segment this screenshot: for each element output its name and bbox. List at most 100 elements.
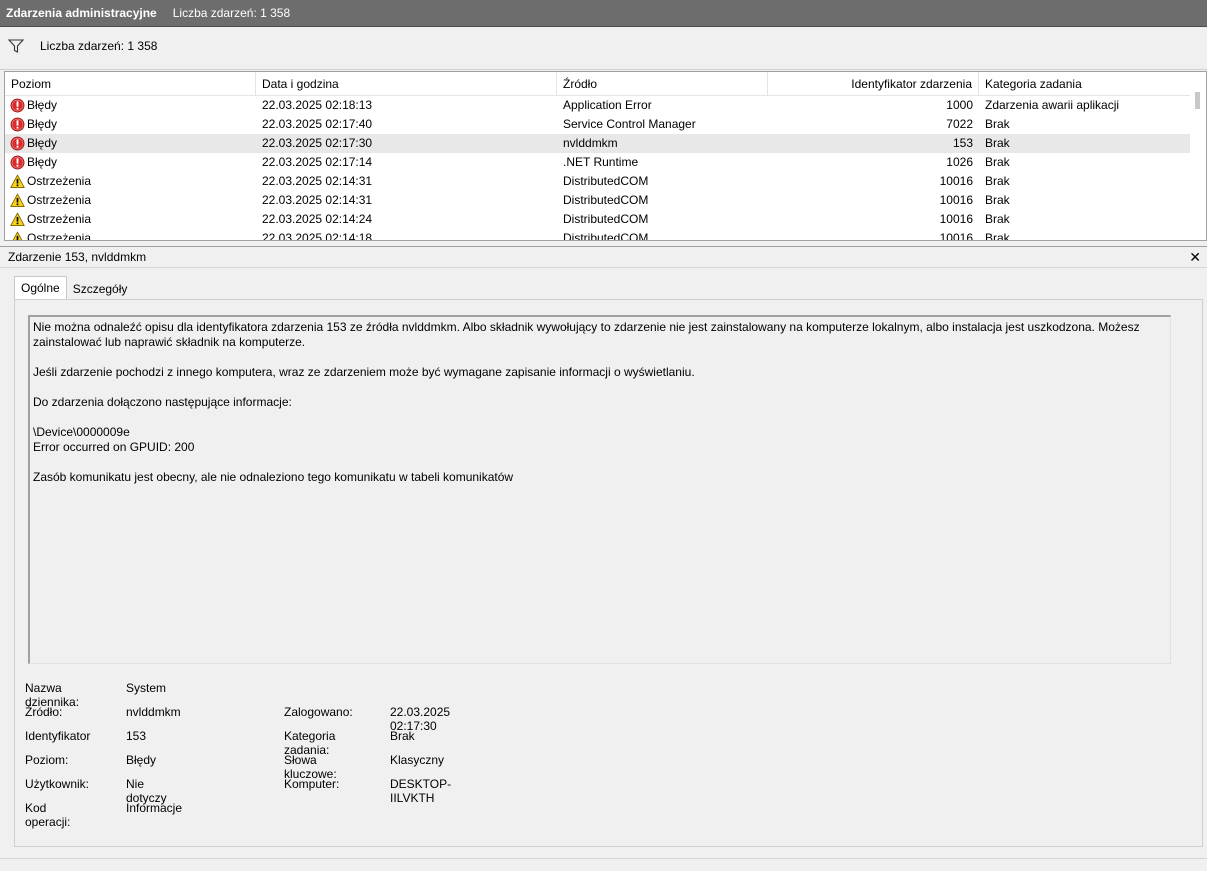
cell-source: Service Control Manager	[563, 117, 696, 131]
cell-event-id: 10016	[939, 231, 973, 241]
cell-event-id: 1026	[946, 155, 973, 169]
cell-datetime: 22.03.2025 02:17:14	[262, 155, 373, 169]
cell-source: nvlddmkm	[563, 136, 618, 150]
table-row[interactable]: Ostrzeżenia 22.03.2025 02:14:18 Distribute…	[5, 229, 1191, 241]
cell-datetime: 22.03.2025 02:18:13	[262, 98, 373, 112]
filter-icon[interactable]	[7, 38, 25, 54]
log-name-value: System	[126, 681, 167, 695]
cell-event-id: 153	[952, 136, 973, 150]
warning-icon	[10, 174, 27, 189]
cell-datetime: 22.03.2025 02:14:18	[262, 231, 373, 241]
cell-event-id: 1000	[946, 98, 973, 112]
cell-task-category: Brak	[985, 155, 1010, 169]
cell-level: Błędy	[5, 115, 256, 134]
table-row[interactable]: Błędy 22.03.2025 02:17:14 .NET Runtime 1026…	[5, 153, 1191, 172]
cell-source: Application Error	[563, 98, 652, 112]
error-icon	[10, 155, 27, 170]
cell-task-category: Brak	[985, 117, 1010, 131]
cell-task-category: Brak	[985, 193, 1010, 207]
cell-datetime: 22.03.2025 02:17:30	[262, 136, 373, 150]
warning-icon	[10, 212, 27, 227]
filter-bar: Liczba zdarzeń: 1 358	[0, 27, 1207, 70]
cell-source: .NET Runtime	[563, 155, 639, 169]
description-paragraph: Do zdarzenia dołączono następujące infor…	[33, 395, 292, 409]
level-text: Błędy	[27, 155, 58, 169]
description-line: \Device\0000009e	[33, 425, 130, 439]
cell-event-id: 10016	[939, 193, 973, 207]
cell-level: Ostrzeżenia	[5, 172, 256, 191]
event-id-value: 153	[126, 729, 147, 743]
title-bar: Zdarzenia administracyjne Liczba zdarzeń…	[0, 0, 1207, 27]
events-table: Poziom Data i godzina Źródło Identyfikat…	[4, 71, 1207, 241]
cell-datetime: 22.03.2025 02:14:31	[262, 193, 373, 207]
tab-details[interactable]: Szczegóły	[67, 278, 134, 301]
opcode-value: Informacje	[126, 801, 183, 815]
cell-source: DistributedCOM	[563, 174, 649, 188]
table-row[interactable]: Ostrzeżenia 22.03.2025 02:14:31 Distribute…	[5, 191, 1191, 210]
cell-source: DistributedCOM	[563, 212, 649, 226]
error-icon	[10, 98, 27, 113]
level-text: Błędy	[27, 136, 58, 150]
level-text: Ostrzeżenia	[27, 231, 92, 241]
column-header-datetime[interactable]: Data i godzina	[256, 72, 557, 96]
column-header-source[interactable]: Źródło	[557, 72, 768, 96]
table-header: Poziom Data i godzina Źródło Identyfikat…	[5, 72, 1191, 96]
column-header-level[interactable]: Poziom	[5, 72, 256, 96]
cell-task-category: Brak	[985, 212, 1010, 226]
description-paragraph: Zasób komunikatu jest obecny, ale nie od…	[33, 470, 514, 484]
cell-source: DistributedCOM	[563, 193, 649, 207]
source-label: Źródło:	[25, 705, 63, 719]
scrollbar-thumb[interactable]	[1195, 92, 1200, 109]
cell-datetime: 22.03.2025 02:17:40	[262, 117, 373, 131]
description-line: Error occurred on GPUID: 200	[33, 440, 195, 454]
table-body: Błędy 22.03.2025 02:18:13 Application Erro…	[5, 96, 1191, 241]
level-text: Ostrzeżenia	[27, 193, 92, 207]
tab-general[interactable]: Ogólne	[14, 276, 67, 300]
view-title: Zdarzenia administracyjne	[6, 6, 157, 20]
event-detail-header: Zdarzenie 153, nvlddmkm ✕	[0, 246, 1207, 268]
cell-task-category: Brak	[985, 231, 1010, 241]
table-row[interactable]: Błędy 22.03.2025 02:17:40 Service Control …	[5, 115, 1191, 134]
level-text: Ostrzeżenia	[27, 212, 92, 226]
cell-source: DistributedCOM	[563, 231, 649, 241]
task-category-value: Brak	[390, 729, 415, 743]
column-header-task-category[interactable]: Kategoria zadania	[979, 72, 1191, 96]
level-text: Błędy	[27, 98, 58, 112]
table-row[interactable]: Ostrzeżenia 22.03.2025 02:14:24 Distribute…	[5, 210, 1191, 229]
table-scrollbar[interactable]	[1190, 72, 1206, 240]
keywords-value: Klasyczny	[390, 753, 445, 767]
computer-label: Komputer:	[284, 777, 340, 791]
cell-event-id: 10016	[939, 174, 973, 188]
opcode-label: Kod operacji:	[25, 801, 71, 829]
event-count-header: Liczba zdarzeń: 1 358	[172, 6, 291, 20]
level-text: Błędy	[27, 117, 58, 131]
cell-datetime: 22.03.2025 02:14:31	[262, 174, 373, 188]
table-row[interactable]: Błędy 22.03.2025 02:18:13 Application Erro…	[5, 96, 1191, 115]
status-strip	[0, 858, 1207, 871]
general-tab-panel: Nie można odnaleźć opisu dla identyfikat…	[14, 299, 1203, 847]
table-row[interactable]: Błędy 22.03.2025 02:17:30 nvlddmkm 153 Brak	[5, 134, 1191, 153]
cell-level: Ostrzeżenia	[5, 229, 256, 241]
level-value: Błędy	[126, 753, 157, 767]
column-header-event-id[interactable]: Identyfikator zdarzenia	[768, 72, 979, 96]
cell-event-id: 7022	[946, 117, 973, 131]
computer-value: DESKTOP-IILVKTH	[390, 777, 452, 805]
warning-icon	[10, 193, 27, 208]
level-label: Poziom:	[25, 753, 69, 767]
description-paragraph: Nie można odnaleźć opisu dla identyfikat…	[33, 320, 1143, 349]
close-icon[interactable]: ✕	[1189, 249, 1201, 266]
cell-event-id: 10016	[939, 212, 973, 226]
error-icon	[10, 117, 27, 132]
cell-task-category: Brak	[985, 136, 1010, 150]
warning-icon	[10, 231, 27, 240]
event-viewer-window: Zdarzenia administracyjne Liczba zdarzeń…	[0, 0, 1207, 871]
level-text: Ostrzeżenia	[27, 174, 92, 188]
cell-level: Błędy	[5, 153, 256, 172]
cell-task-category: Brak	[985, 174, 1010, 188]
cell-task-category: Zdarzenia awarii aplikacji	[985, 98, 1120, 112]
filter-event-count: Liczba zdarzeń: 1 358	[40, 39, 158, 53]
cell-datetime: 22.03.2025 02:14:24	[262, 212, 373, 226]
event-description[interactable]: Nie można odnaleźć opisu dla identyfikat…	[28, 315, 1171, 664]
user-label: Użytkownik:	[25, 777, 90, 791]
table-row[interactable]: Ostrzeżenia 22.03.2025 02:14:31 Distribute…	[5, 172, 1191, 191]
